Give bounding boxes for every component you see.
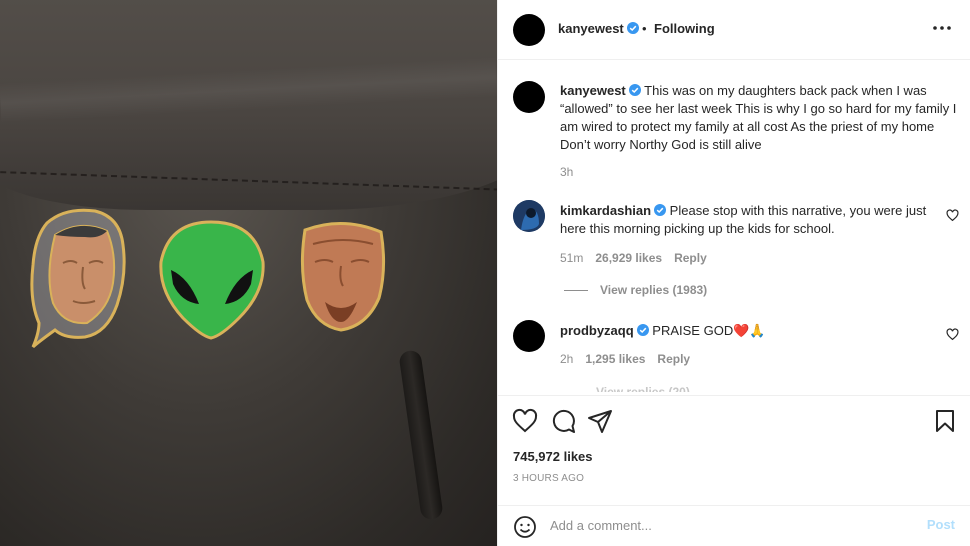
emoji-icon[interactable] [513,515,537,539]
alien-pin [159,220,265,340]
face-pin-left [30,208,126,349]
heart-icon[interactable] [512,408,538,434]
comment-time: 2h [560,352,574,366]
action-bar: 745,972 likes 3 HOURS AGO [498,395,970,505]
comment-composer: Add a comment... Post [498,505,970,546]
caption-text: kanyewest This was on my daughters back … [560,82,960,154]
post-panel: kanyewest • Following kanyewest This was… [497,0,970,546]
comment-text: kimkardashian Please stop with this narr… [560,203,927,236]
avatar[interactable] [513,81,545,113]
comment-likes[interactable]: 26,929 likes [595,251,662,265]
following-button[interactable]: Following [654,21,715,36]
verified-badge-icon [628,84,641,96]
bookmark-icon[interactable] [932,408,958,434]
face-pin-right [300,221,386,332]
zipper-pull [398,349,444,521]
comment-input[interactable]: Add a comment... [550,518,652,533]
comment-text: prodbyzaqq PRAISE GOD❤️🙏 [560,323,766,338]
separator-dot: • [642,21,647,36]
comment-likes[interactable]: 1,295 likes [585,352,645,366]
comment-username[interactable]: kimkardashian [560,203,651,218]
comment-time: 51m [560,251,584,265]
comment-meta: 2h 1,295 likes Reply [560,352,702,366]
avatar[interactable] [513,200,545,232]
avatar[interactable] [513,320,545,352]
reply-button[interactable]: Reply [674,251,707,265]
view-replies-button[interactable]: View replies (1983) [564,283,707,297]
comment-username[interactable]: prodbyzaqq [560,323,634,338]
share-icon[interactable] [587,408,613,434]
post-header: kanyewest • Following [498,0,970,60]
post-button[interactable]: Post [927,517,955,532]
caption-username[interactable]: kanyewest [560,83,626,98]
view-replies-button[interactable]: View replies (20) [596,385,690,392]
avatar[interactable] [513,14,545,46]
reply-button[interactable]: Reply [657,352,690,366]
more-options-icon[interactable] [931,18,953,38]
post-photo [0,0,497,546]
header-username[interactable]: kanyewest [558,21,639,36]
heart-icon[interactable] [946,328,959,341]
caption-time: 3h [560,165,574,179]
likes-count[interactable]: 745,972 likes [513,449,593,464]
comment-icon[interactable] [550,408,576,434]
verified-badge-icon [654,204,667,216]
verified-badge-icon [626,22,639,34]
heart-icon[interactable] [946,209,959,222]
verified-badge-icon [636,324,649,336]
comment-meta: 51m 26,929 likes Reply [560,251,719,265]
post-timestamp: 3 HOURS AGO [513,473,585,484]
